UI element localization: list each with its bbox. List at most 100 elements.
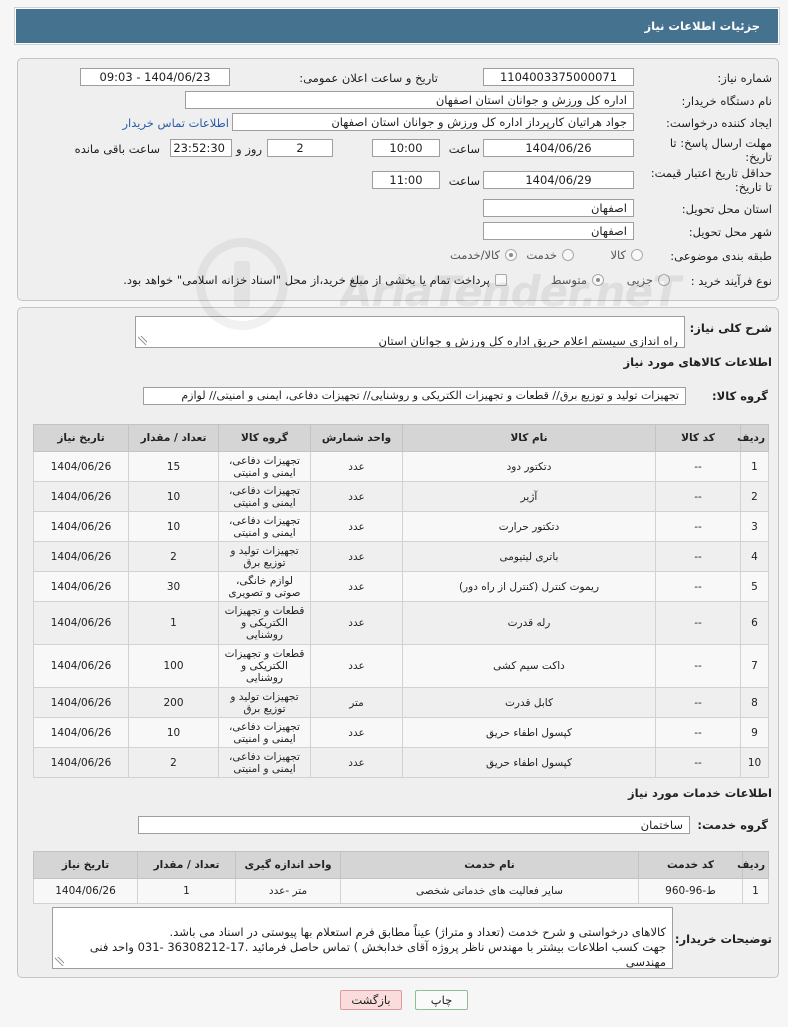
category-option-khedmat[interactable]: خدمت — [526, 248, 574, 262]
goods-cell-name: آژیر — [402, 481, 656, 512]
goods-cell-row: 1 — [740, 451, 769, 482]
city-field[interactable]: اصفهان — [483, 222, 634, 240]
goods-cell-group: قطعات و تجهیزات الکتریکی و روشنایی — [218, 644, 311, 688]
goods-cell-code: -- — [655, 541, 741, 572]
services-col-date: تاریخ نیاز — [33, 851, 138, 879]
buyer-contact-link[interactable]: اطلاعات تماس خریدار — [122, 116, 229, 130]
province-field[interactable]: اصفهان — [483, 199, 634, 217]
creator-label: ایجاد کننده درخواست: — [666, 116, 772, 130]
services-group-field[interactable]: ساختمان — [138, 816, 690, 834]
buyer-label: نام دستگاه خریدار: — [681, 94, 772, 108]
buyer-notes-textarea[interactable]: کالاهای درخواستی و شرح خدمت (تعداد و متر… — [52, 907, 673, 969]
services-col-code: کد خدمت — [638, 851, 743, 879]
category-option-kala[interactable]: کالا — [610, 248, 643, 262]
goods-cell-date: 1404/06/26 — [33, 481, 129, 512]
goods-col-group: گروه کالا — [218, 424, 311, 452]
goods-cell-row: 8 — [740, 687, 769, 718]
goods-cell-code: -- — [655, 747, 741, 778]
goods-cell-code: -- — [655, 451, 741, 482]
radio-kala-khedmat[interactable] — [505, 249, 517, 261]
services-table: ردیف کد خدمت نام خدمت واحد اندازه گیری ت… — [33, 851, 769, 904]
goods-cell-unit: عدد — [310, 451, 403, 482]
services-cell-name: سایر فعالیت های خدماتی شخصی — [340, 878, 639, 904]
goods-cell-row: 5 — [740, 571, 769, 602]
resize-grip-icon[interactable] — [55, 957, 64, 966]
goods-cell-unit: عدد — [310, 511, 403, 542]
goods-cell-group: لوازم خانگی، صوتی و تصویری — [218, 571, 311, 602]
treasury-checkbox[interactable] — [495, 274, 507, 286]
goods-table-row: 1 -- دتکتور دود عدد تجهیزات دفاعی، ایمنی و ا… — [33, 451, 769, 482]
goods-table-row: 6 -- رله قدرت عدد قطعات و تجهیزات الکتریکی و… — [33, 601, 769, 645]
process-option-jozi[interactable]: جزیی — [627, 273, 670, 287]
goods-cell-name: کپسول اطفاء حریق — [402, 747, 656, 778]
radio-motavaset[interactable] — [592, 274, 604, 286]
goods-col-name: نام کالا — [402, 424, 656, 452]
remaining-days-field[interactable]: 2 — [267, 139, 333, 157]
description-textarea[interactable]: راه اندازی سیستم اعلام حریق اداره کل ورز… — [135, 316, 685, 348]
services-group-label: گروه خدمت: — [697, 818, 768, 832]
goods-col-unit: واحد شمارش — [310, 424, 403, 452]
deadline-date-field[interactable]: 1404/06/26 — [483, 139, 634, 157]
goods-cell-date: 1404/06/26 — [33, 601, 129, 645]
treasury-label: پرداخت تمام یا بخشی از مبلغ خرید،از محل … — [123, 273, 490, 287]
radio-khedmat[interactable] — [562, 249, 574, 261]
goods-cell-code: -- — [655, 571, 741, 602]
buyer-field[interactable]: اداره کل ورزش و جوانان استان اصفهان — [185, 91, 634, 109]
goods-cell-row: 6 — [740, 601, 769, 645]
treasury-option[interactable]: پرداخت تمام یا بخشی از مبلغ خرید،از محل … — [123, 273, 507, 287]
goods-cell-date: 1404/06/26 — [33, 541, 129, 572]
page: جزئیات اطلاعات نیاز شماره نیاز: 11040033… — [0, 0, 788, 1027]
buyer-notes-text: کالاهای درخواستی و شرح خدمت (تعداد و متر… — [89, 925, 666, 969]
remaining-time-field[interactable]: 23:52:30 — [170, 139, 232, 157]
goods-cell-row: 7 — [740, 644, 769, 688]
services-cell-unit: متر -عدد — [235, 878, 341, 904]
resize-grip-icon[interactable] — [138, 336, 147, 345]
services-section-title: اطلاعات خدمات مورد نیاز — [628, 786, 772, 800]
goods-cell-group: تجهیزات دفاعی، ایمنی و امنیتی — [218, 481, 311, 512]
description-label: شرح کلی نیاز: — [689, 321, 772, 335]
goods-cell-unit: عدد — [310, 541, 403, 572]
goods-cell-name: باتری لیتیومی — [402, 541, 656, 572]
goods-cell-unit: متر — [310, 687, 403, 718]
buyer-notes-label: توضیحات خریدار: — [674, 932, 772, 946]
radio-kala-label: کالا — [610, 248, 626, 262]
services-col-unit: واحد اندازه گیری — [235, 851, 341, 879]
announce-date-field[interactable]: 1404/06/23 - 09:03 — [80, 68, 230, 86]
deadline-time-field[interactable]: 10:00 — [372, 139, 440, 157]
print-button[interactable]: چاپ — [415, 990, 468, 1010]
services-table-row: 1 ط-96-960 سایر فعالیت های خدماتی شخصی متر … — [33, 878, 769, 904]
goods-col-code: کد کالا — [655, 424, 741, 452]
page-title: جزئیات اطلاعات نیاز — [644, 19, 760, 33]
radio-motavaset-label: متوسط — [550, 273, 587, 287]
creator-field[interactable]: جواد هراتیان کارپرداز اداره کل ورزش و جو… — [232, 113, 634, 131]
category-option-kala-khedmat[interactable]: کالا/خدمت — [450, 248, 517, 262]
goods-cell-date: 1404/06/26 — [33, 451, 129, 482]
goods-cell-code: -- — [655, 511, 741, 542]
validity-time-field[interactable]: 11:00 — [372, 171, 440, 189]
services-cell-row: 1 — [742, 878, 769, 904]
radio-jozi[interactable] — [658, 274, 670, 286]
city-label: شهر محل تحویل: — [688, 225, 772, 239]
goods-table-row: 9 -- کپسول اطفاء حریق عدد تجهیزات دفاعی، ایم… — [33, 717, 769, 748]
deadline-time-label: ساعت — [448, 142, 480, 156]
validity-time-label: ساعت — [448, 174, 480, 188]
validity-date-field[interactable]: 1404/06/29 — [483, 171, 634, 189]
goods-cell-name: دتکتور دود — [402, 451, 656, 482]
back-button[interactable]: بازگشت — [340, 990, 402, 1010]
services-cell-code: ط-96-960 — [638, 878, 743, 904]
goods-table-row: 8 -- کابل قدرت متر تجهیزات تولید و توزیع برق… — [33, 687, 769, 718]
process-option-motavaset[interactable]: متوسط — [551, 273, 604, 287]
announce-date-label: تاریخ و ساعت اعلان عمومی: — [299, 71, 438, 85]
need-number-field[interactable]: 1104003375000071 — [483, 68, 634, 86]
goods-cell-row: 4 — [740, 541, 769, 572]
radio-khedmat-label: خدمت — [526, 248, 557, 262]
goods-cell-code: -- — [655, 644, 741, 688]
radio-kala[interactable] — [631, 249, 643, 261]
goods-table-row: 5 -- ریموت کنترل (کنترل از راه دور) عدد لواز… — [33, 571, 769, 602]
goods-cell-qty: 1 — [128, 601, 219, 645]
goods-cell-date: 1404/06/26 — [33, 644, 129, 688]
goods-cell-group: قطعات و تجهیزات الکتریکی و روشنایی — [218, 601, 311, 645]
goods-group-field[interactable]: تجهیزات تولید و توزیع برق// قطعات و تجهی… — [143, 387, 686, 405]
goods-cell-date: 1404/06/26 — [33, 747, 129, 778]
services-col-row: ردیف — [737, 851, 769, 879]
